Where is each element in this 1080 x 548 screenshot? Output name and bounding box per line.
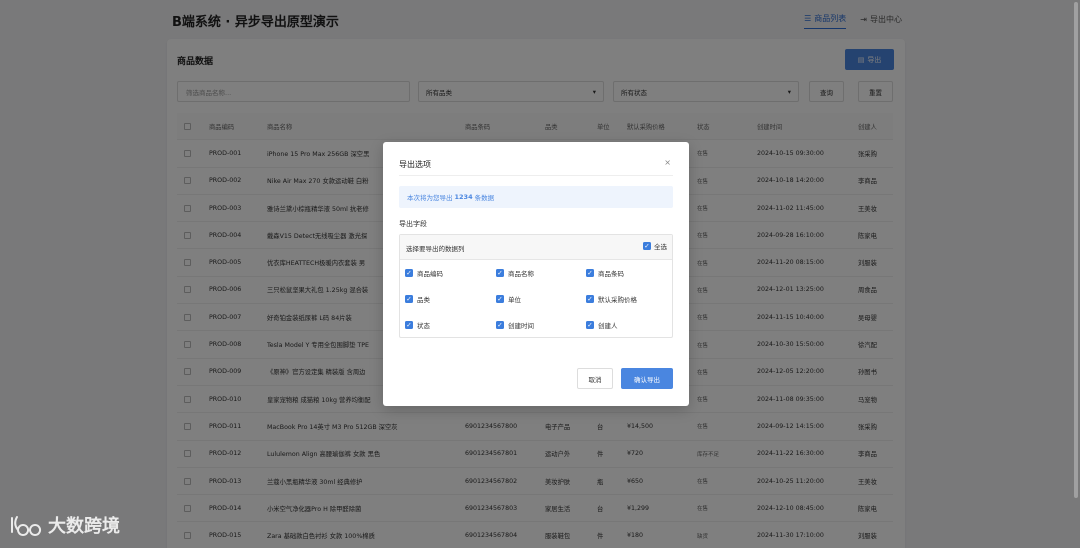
field-option-checkbox[interactable]: ✓ 商品编码 (405, 268, 443, 278)
brand-logo-icon (11, 516, 42, 536)
field-option-checkbox[interactable]: ✓ 品类 (405, 294, 430, 304)
checkmark-icon: ✓ (496, 268, 504, 277)
field-option-checkbox[interactable]: ✓ 单位 (496, 294, 521, 304)
export-fields-label: 导出字段 (399, 220, 427, 228)
field-option-label: 品类 (417, 296, 430, 304)
field-option-label: 商品编码 (417, 270, 443, 278)
panel-header-text: 选择要导出的数据列 (406, 245, 465, 253)
checkmark-icon: ✓ (405, 294, 413, 303)
field-selection-panel: 选择要导出的数据列 ✓ 全选 ✓ 商品编码 ✓ 商品名称 ✓ 商品条码 ✓ 品类 ✓ 单位 ✓ 默认采… (399, 234, 673, 338)
checkmark-icon: ✓ (405, 320, 413, 329)
close-icon[interactable]: × (664, 158, 671, 167)
field-option-label: 创建人 (598, 322, 618, 330)
field-option-label: 商品条码 (598, 270, 624, 278)
confirm-export-button[interactable]: 确认导出 (621, 368, 673, 389)
cancel-button[interactable]: 取消 (577, 368, 613, 389)
checkmark-icon: ✓ (643, 241, 651, 250)
field-option-label: 单位 (508, 296, 521, 304)
select-all-checkbox[interactable]: ✓ 全选 (643, 241, 667, 251)
select-all-label: 全选 (654, 243, 667, 251)
panel-header: 选择要导出的数据列 ✓ 全选 (400, 235, 672, 260)
checkmark-icon: ✓ (405, 268, 413, 277)
field-option-checkbox[interactable]: ✓ 商品名称 (496, 268, 534, 278)
divider (399, 175, 673, 176)
checkmark-icon: ✓ (496, 320, 504, 329)
export-options-dialog: 导出选项 × 本次将为您导出 1234 条数据 导出字段 选择要导出的数据列 ✓… (383, 142, 689, 406)
watermark-text: 大数跨境 (48, 516, 120, 537)
field-option-checkbox[interactable]: ✓ 创建时间 (496, 320, 534, 330)
checkmark-icon: ✓ (496, 294, 504, 303)
checkmark-icon: ✓ (586, 320, 594, 329)
field-option-label: 商品名称 (508, 270, 534, 278)
dialog-title: 导出选项 (399, 160, 431, 169)
export-count-notice: 本次将为您导出 1234 条数据 (399, 186, 673, 208)
field-option-checkbox[interactable]: ✓ 默认采购价格 (586, 294, 637, 304)
field-option-checkbox[interactable]: ✓ 商品条码 (586, 268, 624, 278)
notice-prefix: 本次将为您导出 (407, 194, 453, 202)
field-option-label: 创建时间 (508, 322, 534, 330)
field-option-label: 状态 (417, 322, 430, 330)
field-option-checkbox[interactable]: ✓ 状态 (405, 320, 430, 330)
notice-suffix: 条数据 (474, 194, 495, 202)
export-count: 1234 (454, 193, 473, 201)
checkmark-icon: ✓ (586, 294, 594, 303)
field-option-label: 默认采购价格 (598, 296, 637, 304)
scrollbar[interactable] (1074, 2, 1078, 498)
field-option-checkbox[interactable]: ✓ 创建人 (586, 320, 618, 330)
watermark: 大数跨境 (9, 512, 120, 538)
checkmark-icon: ✓ (586, 268, 594, 277)
